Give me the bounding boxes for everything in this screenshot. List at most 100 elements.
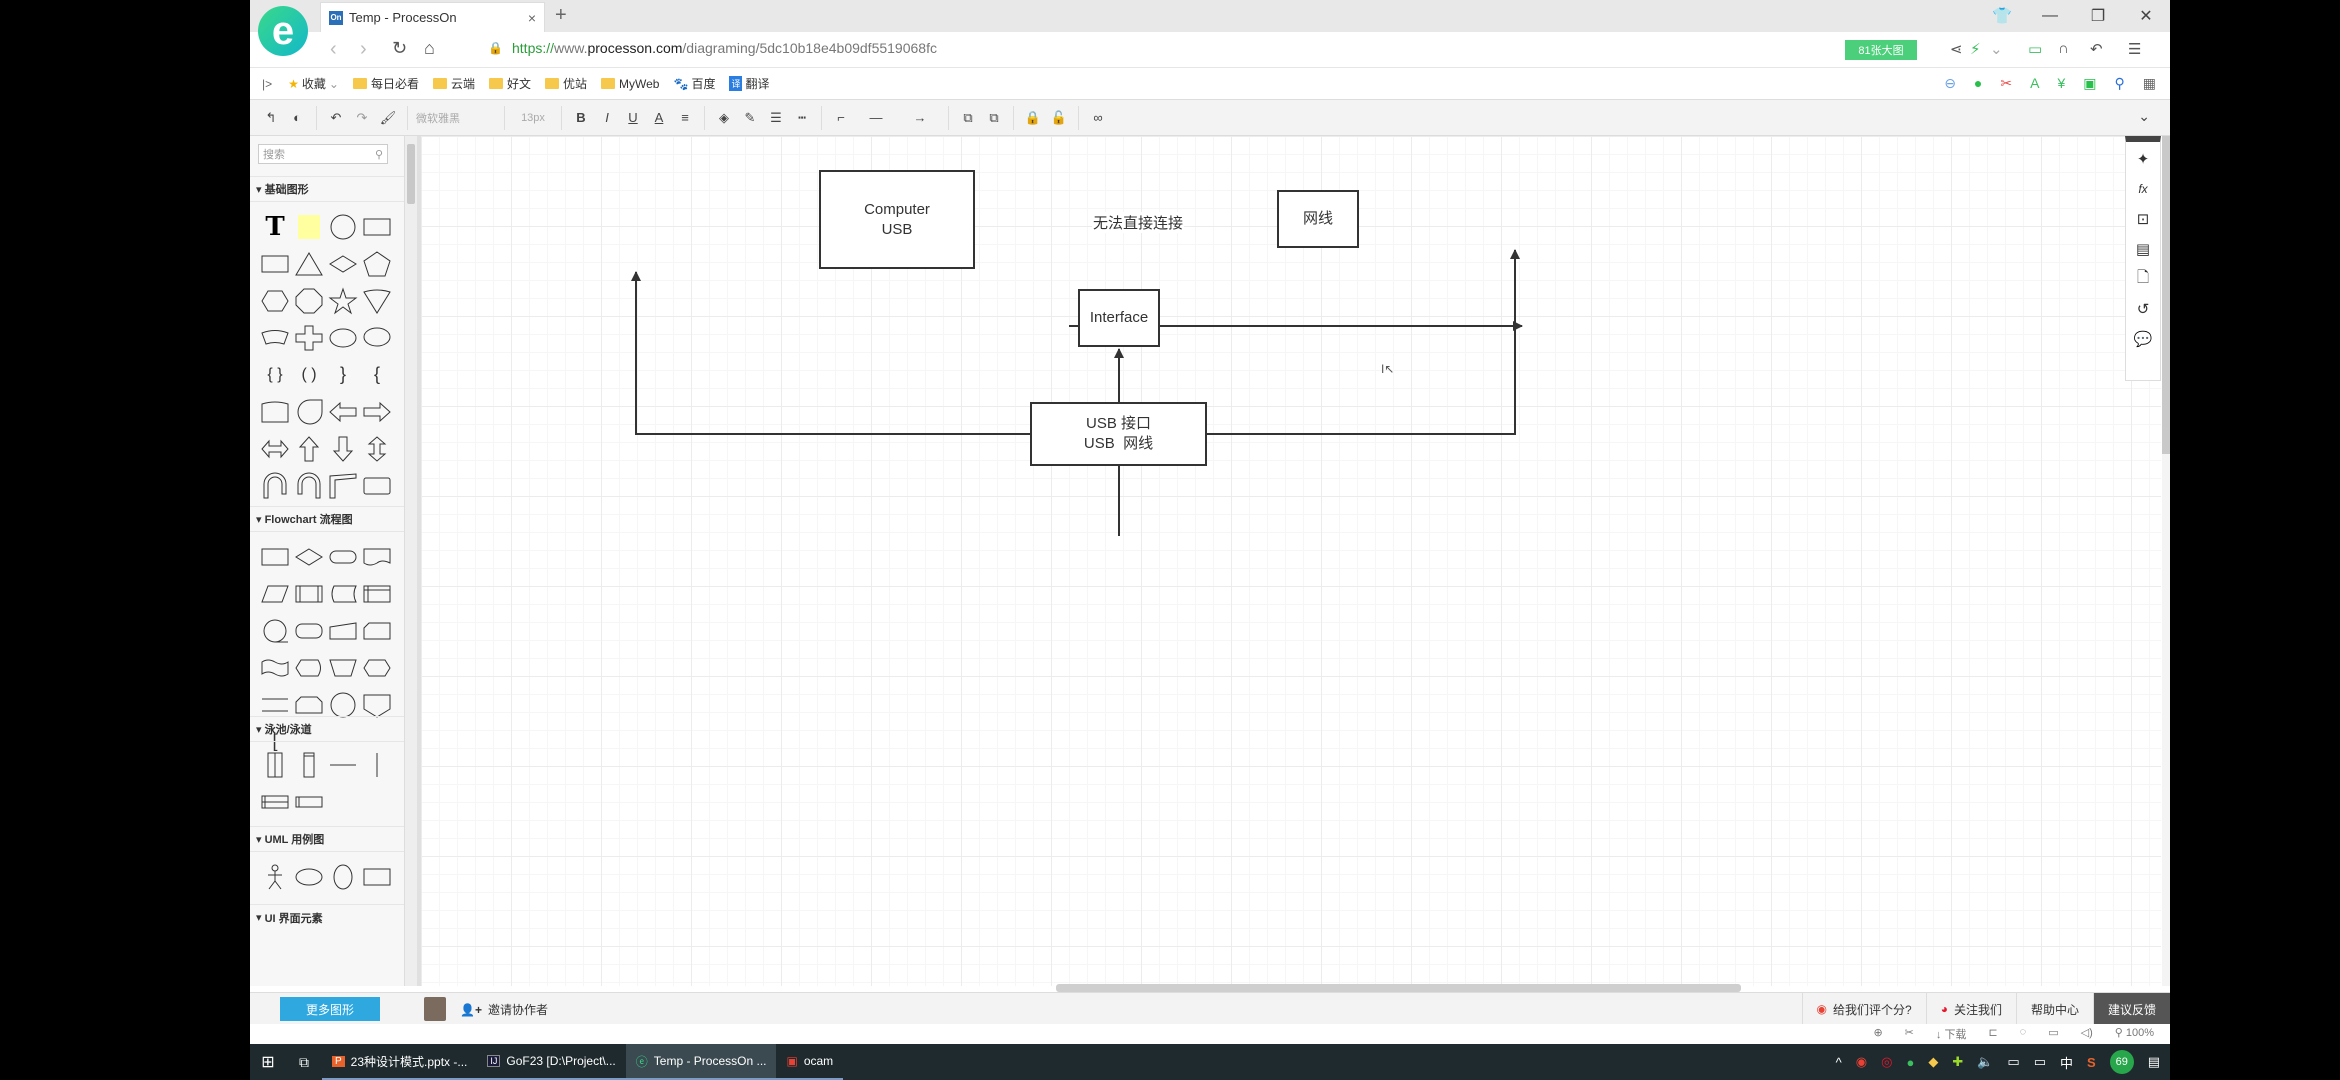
network-icon[interactable]: ▭ xyxy=(2007,1054,2019,1070)
security-icon[interactable]: ✚ xyxy=(1952,1054,1963,1070)
formula-icon[interactable]: fx xyxy=(2138,178,2147,200)
big-picture-button[interactable]: 81张大图 xyxy=(1845,40,1917,60)
back-icon[interactable]: ↰ xyxy=(260,106,282,130)
bookmark-folder[interactable]: MyWeb xyxy=(601,77,659,91)
bookmark-folder[interactable]: 每日必看 xyxy=(352,75,419,92)
bold-button[interactable]: B xyxy=(570,106,592,130)
preparation-shape[interactable] xyxy=(360,649,394,686)
display-shape[interactable] xyxy=(292,649,326,686)
sector-shape[interactable] xyxy=(258,319,292,356)
section-flowchart[interactable]: ▾ Flowchart 流程图 xyxy=(250,506,404,532)
sound-icon[interactable]: ◁) xyxy=(2081,1026,2093,1042)
line-width-icon[interactable]: ☰ xyxy=(765,106,787,130)
up-arrow-shape[interactable] xyxy=(292,430,326,467)
diagram-canvas[interactable]: Computer USB 网线 Interface USB 接口 USB 网线 … xyxy=(421,136,2161,986)
horizontal-separator-shape[interactable] xyxy=(326,746,360,783)
section-swimlane[interactable]: ▾ 泳池/泳道 xyxy=(250,716,404,742)
chevron-down-icon[interactable]: ⌄ xyxy=(1990,40,2003,58)
usecase-shape[interactable] xyxy=(292,858,326,895)
edge-adapter-to-cable[interactable] xyxy=(1206,249,1520,435)
tab-close-icon[interactable]: × xyxy=(528,10,536,26)
lock-icon[interactable]: 🔒 xyxy=(1022,106,1044,130)
more-shapes-button[interactable]: 更多图形 xyxy=(280,997,380,1021)
style-icon[interactable]: ◐ xyxy=(286,106,308,130)
node-computer[interactable]: Computer USB xyxy=(819,170,975,269)
new-tab-button[interactable]: + xyxy=(555,4,567,27)
manual-operation-shape[interactable] xyxy=(326,649,360,686)
rectangle-shape[interactable] xyxy=(360,208,394,245)
hexagon-shape[interactable] xyxy=(258,282,292,319)
down-arrow-shape[interactable] xyxy=(326,430,360,467)
format-painter-icon[interactable]: 🖌 xyxy=(377,106,399,130)
italic-button[interactable]: I xyxy=(596,106,618,130)
bookmark-folder[interactable]: 好文 xyxy=(489,75,531,92)
feedback-button[interactable]: 建议反馈 xyxy=(2092,993,2170,1025)
redo-icon[interactable]: ↷ xyxy=(351,106,373,130)
bookmark-folder[interactable]: 云端 xyxy=(432,75,475,92)
cross-shape[interactable] xyxy=(292,319,326,356)
edge-label[interactable]: 无法直接连接 xyxy=(1092,212,1185,233)
lane-horizontal-shape[interactable] xyxy=(292,783,326,820)
actor-shape[interactable] xyxy=(258,858,292,895)
shopping-icon[interactable]: ¥ xyxy=(2057,75,2065,92)
chevron-up-icon[interactable]: ^ xyxy=(1836,1055,1842,1070)
pool-horizontal-shape[interactable] xyxy=(258,783,292,820)
system-boundary-shape[interactable] xyxy=(360,858,394,895)
bookmark-favorites[interactable]: ★ 收藏 ⌄ xyxy=(288,75,339,92)
font-size-input[interactable]: 13px xyxy=(513,106,553,130)
section-ui-elements[interactable]: ▾ UI 界面元素 xyxy=(250,904,404,930)
pentagon-shape[interactable] xyxy=(360,245,394,282)
reader-icon[interactable]: ● xyxy=(1974,75,1982,92)
window-icon[interactable]: ▭ xyxy=(2048,1026,2058,1042)
reload-icon[interactable]: ↻ xyxy=(392,38,407,59)
tools-icon[interactable]: ✂ xyxy=(1905,1026,1914,1042)
browser-tab[interactable]: On Temp - ProcessOn × xyxy=(320,2,545,32)
up-down-arrow-shape[interactable] xyxy=(360,430,394,467)
notification-icon[interactable]: ▤ xyxy=(2148,1054,2160,1070)
search-ext-icon[interactable]: ⚲ xyxy=(2115,75,2125,92)
skin-icon[interactable]: 👕 xyxy=(1978,6,2026,26)
taskbar-item-intellij[interactable]: IJ GoF23 [D:\Project\... xyxy=(477,1044,626,1080)
section-uml-usecase[interactable]: ▾ UML 用例图 xyxy=(250,826,404,852)
circle-shape[interactable] xyxy=(326,208,360,245)
adblock-icon[interactable]: ⊖ xyxy=(1944,75,1956,92)
apps-icon[interactable]: ▦ xyxy=(2143,75,2156,92)
browser-logo-icon[interactable]: e xyxy=(258,6,308,56)
right-arrow-shape[interactable] xyxy=(360,393,394,430)
help-center-link[interactable]: 帮助中心 xyxy=(2015,993,2093,1025)
refresh-icon[interactable]: ◌ xyxy=(2020,1026,2027,1042)
record-icon[interactable]: ◉ xyxy=(1856,1054,1867,1070)
line-color-icon[interactable]: ✎ xyxy=(739,106,761,130)
rate-us-link[interactable]: ◉ 给我们评个分? xyxy=(1801,993,1926,1025)
card-shape[interactable] xyxy=(360,612,394,649)
process-shape[interactable] xyxy=(258,538,292,575)
game-icon[interactable]: ▣ xyxy=(2083,75,2096,92)
line-type-icon[interactable]: — xyxy=(856,106,896,130)
connector-shape[interactable] xyxy=(258,612,292,649)
share-icon[interactable]: ⋖ xyxy=(1950,40,1963,58)
screenshot-icon[interactable]: ✂ xyxy=(2000,75,2012,92)
undo-close-icon[interactable]: ↶ xyxy=(2090,40,2103,58)
qq-icon[interactable]: ◆ xyxy=(1928,1054,1938,1070)
ellipse-vertical-shape[interactable] xyxy=(326,858,360,895)
headphones-icon[interactable]: ∩ xyxy=(2058,40,2069,57)
sidebar-scroll-thumb[interactable] xyxy=(407,144,415,204)
node-interface[interactable]: Interface xyxy=(1078,289,1160,347)
manual-input-shape[interactable] xyxy=(326,612,360,649)
font-family-select[interactable]: 微软雅黑 xyxy=(416,106,496,130)
teardrop-shape[interactable] xyxy=(292,393,326,430)
connector-type-icon[interactable]: ⌐ xyxy=(830,106,852,130)
section-basic-shapes[interactable]: ▾ 基础图形 xyxy=(250,176,404,202)
node-cable[interactable]: 网线 xyxy=(1277,190,1359,248)
line-style-icon[interactable]: ┅ xyxy=(791,106,813,130)
left-brace-shape[interactable]: { xyxy=(360,356,394,393)
page-size-icon[interactable]: ⊡ xyxy=(2137,208,2150,230)
tape-shape[interactable] xyxy=(258,649,292,686)
edge-adapter-to-computer[interactable] xyxy=(631,271,1030,435)
netease-music-icon[interactable]: ◎ xyxy=(1881,1054,1892,1070)
terminator-shape[interactable] xyxy=(326,538,360,575)
text-shape[interactable]: T xyxy=(258,208,292,245)
document-shape[interactable] xyxy=(360,538,394,575)
node-adapter[interactable]: USB 接口 USB 网线 xyxy=(1030,402,1207,466)
zoom-control[interactable]: ⚲ 100% xyxy=(2115,1026,2154,1042)
